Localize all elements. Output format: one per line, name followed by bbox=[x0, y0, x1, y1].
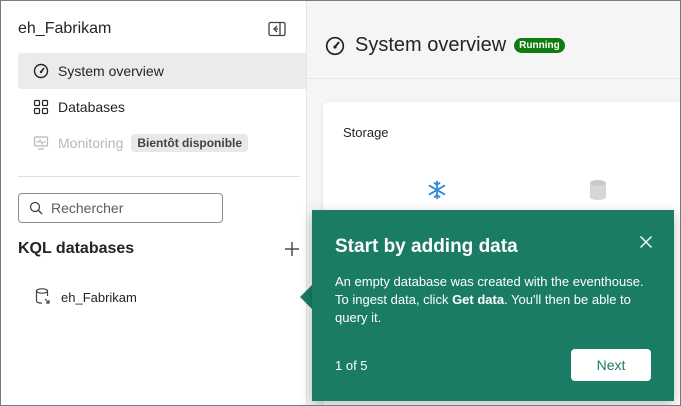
search-input[interactable] bbox=[49, 199, 213, 217]
status-badge: Running bbox=[514, 38, 565, 53]
nav-item-label: Monitoring bbox=[58, 135, 124, 151]
monitor-icon bbox=[32, 134, 50, 152]
body-emphasis: Get data bbox=[452, 292, 505, 307]
search-box[interactable] bbox=[18, 193, 223, 223]
database-icon bbox=[590, 180, 606, 200]
workspace-title: eh_Fabrikam bbox=[18, 20, 112, 37]
sidebar-divider bbox=[18, 176, 300, 177]
nav-item-label: System overview bbox=[58, 63, 164, 79]
card-title: Storage bbox=[343, 125, 389, 140]
teaching-bubble-title: Start by adding data bbox=[335, 236, 518, 257]
gauge-icon bbox=[325, 36, 345, 55]
step-counter: 1 of 5 bbox=[335, 358, 368, 373]
nav-item-system-overview[interactable]: System overview bbox=[18, 53, 306, 89]
sidebar: eh_Fabrikam System overview Databases Mo… bbox=[1, 1, 307, 405]
collapse-sidebar-button[interactable] bbox=[267, 20, 287, 38]
add-database-button[interactable] bbox=[281, 238, 303, 260]
snowflake-icon bbox=[428, 180, 446, 200]
nav-item-monitoring: Monitoring Bientôt disponible bbox=[18, 125, 306, 161]
plus-icon bbox=[285, 242, 299, 256]
close-button[interactable] bbox=[637, 233, 655, 251]
page-header: System overview Running bbox=[325, 34, 565, 57]
teaching-bubble: Start by adding data An empty database w… bbox=[312, 210, 674, 401]
coming-soon-badge: Bientôt disponible bbox=[131, 134, 249, 152]
nav-item-label: Databases bbox=[58, 99, 125, 115]
kql-databases-heading: KQL databases bbox=[18, 240, 135, 257]
database-item-eh-fabrikam[interactable]: eh_Fabrikam bbox=[33, 287, 137, 307]
database-item-label: eh_Fabrikam bbox=[61, 289, 137, 305]
database-icon bbox=[33, 287, 53, 307]
gauge-icon bbox=[32, 62, 50, 80]
nav-item-databases[interactable]: Databases bbox=[18, 89, 306, 125]
collapse-panel-icon bbox=[268, 21, 286, 37]
page-title: System overview bbox=[355, 34, 507, 56]
teaching-bubble-body: An empty database was created with the e… bbox=[335, 273, 650, 327]
next-button[interactable]: Next bbox=[571, 349, 651, 381]
header-divider bbox=[307, 78, 680, 79]
grid-icon bbox=[32, 98, 50, 116]
teaching-bubble-pointer bbox=[300, 285, 312, 309]
app-window: eh_Fabrikam System overview Databases Mo… bbox=[0, 0, 681, 406]
search-icon bbox=[29, 201, 43, 215]
close-icon bbox=[640, 236, 652, 248]
